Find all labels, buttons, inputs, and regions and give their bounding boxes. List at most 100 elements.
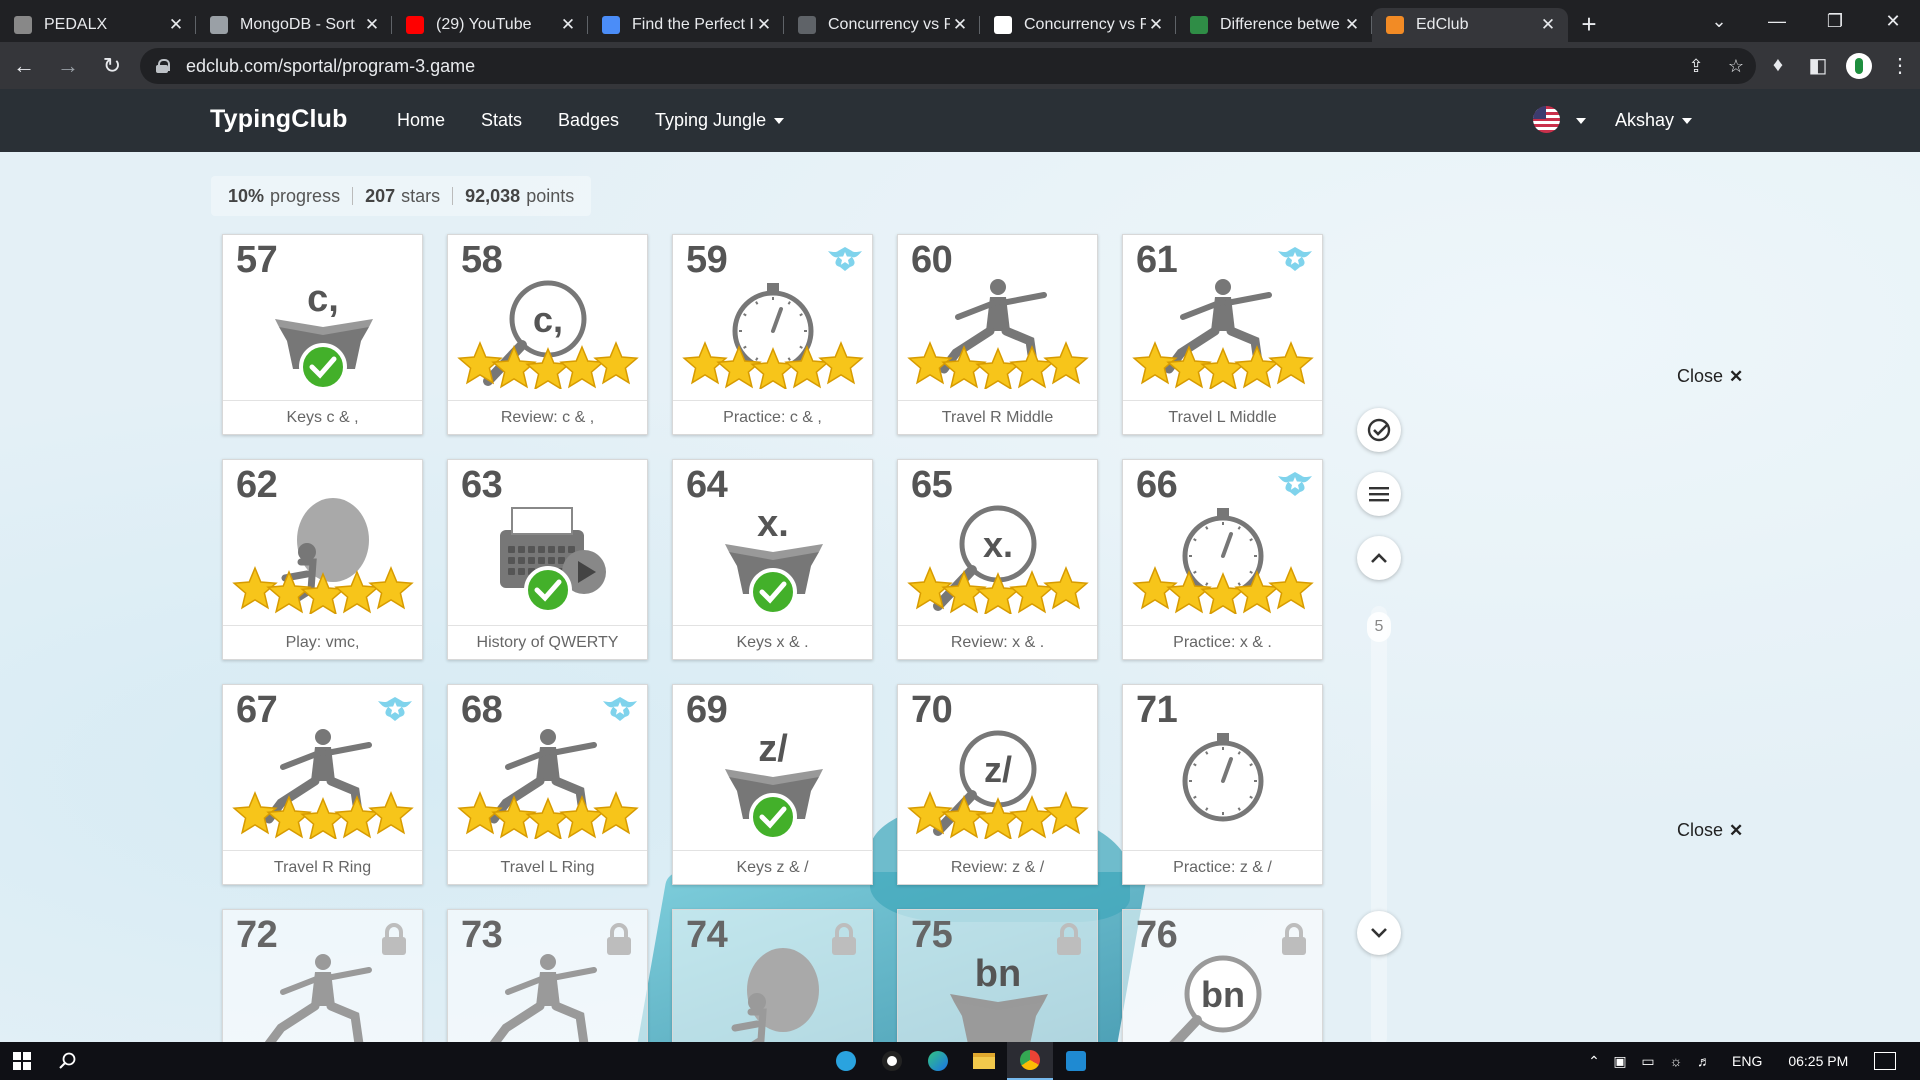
nav-typing-jungle[interactable]: Typing Jungle	[655, 110, 785, 131]
language-chevron-down-icon[interactable]	[1576, 118, 1586, 124]
back-button[interactable]: ←	[4, 46, 44, 86]
lesson-keys-illustration: x.	[725, 503, 823, 614]
lesson-number: 60	[911, 239, 953, 281]
lesson-card[interactable]: bn 75	[897, 909, 1098, 1042]
share-icon[interactable]: ⇪	[1676, 56, 1716, 77]
edge-icon[interactable]	[915, 1042, 961, 1080]
lesson-card[interactable]: z/70 Review: z & /	[897, 684, 1098, 885]
browser-tab[interactable]: Concurrency vs P ✕	[784, 8, 980, 42]
lesson-card[interactable]: 71 Practice: z & /	[1122, 684, 1323, 885]
windows-start-icon[interactable]	[0, 1042, 44, 1080]
lesson-number: 72	[236, 914, 278, 956]
chevron-down-icon	[1371, 928, 1387, 938]
close-panel-button-top[interactable]: Close ✕	[1677, 366, 1743, 387]
profile-avatar[interactable]	[1846, 52, 1872, 79]
lesson-practice-illustration	[682, 283, 864, 389]
lesson-card[interactable]: 61 Travel L Middle	[1122, 234, 1323, 435]
menu-button[interactable]	[1357, 472, 1401, 516]
browser-tab[interactable]: EdClub ✕	[1372, 8, 1568, 42]
scroll-down-button[interactable]	[1357, 911, 1401, 955]
browser-tab[interactable]: Difference betwe ✕	[1176, 8, 1372, 42]
nav-badges[interactable]: Badges	[558, 110, 619, 131]
lesson-review-illustration: z/	[907, 730, 1089, 839]
lesson-card[interactable]: 72	[222, 909, 423, 1042]
lesson-label: Review: z & /	[898, 850, 1097, 884]
lesson-card[interactable]: 73	[447, 909, 648, 1042]
extensions-puzzle-icon[interactable]: ♦	[1758, 54, 1798, 77]
wifi-icon[interactable]: ☼	[1662, 1053, 1690, 1069]
tray-chevron-up-icon[interactable]: ⌃	[1582, 1053, 1606, 1070]
lesson-play-illustration	[731, 948, 819, 1042]
lesson-travel-illustration	[1132, 279, 1314, 389]
tab-close-icon[interactable]: ✕	[754, 15, 774, 35]
tab-close-icon[interactable]: ✕	[1146, 15, 1166, 35]
check-circle-button[interactable]	[1357, 408, 1401, 452]
lesson-card[interactable]: z/69 Keys z & /	[672, 684, 873, 885]
site-header: TypingClub Home Stats Badges Typing Jung…	[0, 89, 1920, 152]
new-tab-button[interactable]: +	[1568, 7, 1610, 41]
lesson-card[interactable]: x. 64 Keys x & .	[672, 459, 873, 660]
lesson-card[interactable]: 68 Travel L Ring	[447, 684, 648, 885]
close-icon: ✕	[1729, 821, 1744, 840]
telegram-icon[interactable]	[823, 1042, 869, 1080]
url-text[interactable]: edclub.com/sportal/program-3.game	[186, 56, 475, 77]
lesson-card[interactable]: 60 Travel R Middle	[897, 234, 1098, 435]
lesson-card[interactable]: 62 Play: vmc,	[222, 459, 423, 660]
browser-tab[interactable]: Concurrency vs P ✕	[980, 8, 1176, 42]
lesson-card[interactable]: x. 65 Review: x & .	[897, 459, 1098, 660]
page-scroll-rail[interactable]	[1371, 606, 1387, 1042]
chrome-icon[interactable]	[1007, 1042, 1053, 1080]
lesson-travel-illustration	[232, 729, 414, 839]
lesson-card[interactable]: 59 Practice: c & ,	[672, 234, 873, 435]
lesson-card[interactable]: bn 76	[1122, 909, 1323, 1042]
forward-button[interactable]: →	[48, 46, 88, 86]
browser-menu-icon[interactable]: ⋮	[1880, 53, 1920, 78]
side-panel-icon[interactable]: ◧	[1798, 53, 1838, 78]
lesson-card[interactable]: 66 Practice: x & .	[1122, 459, 1323, 660]
scroll-up-button[interactable]	[1357, 536, 1401, 580]
close-panel-button-bottom[interactable]: Close ✕	[1677, 820, 1743, 841]
browser-tab[interactable]: PEDALX ✕	[0, 8, 196, 42]
tab-close-icon[interactable]: ✕	[1538, 15, 1558, 35]
browser-tab[interactable]: MongoDB - Sort ✕	[196, 8, 392, 42]
tab-title: Concurrency vs P	[828, 16, 950, 33]
meet-icon[interactable]: ▣	[1606, 1053, 1634, 1070]
winged-badge-icon	[828, 247, 862, 271]
lesson-number: 59	[686, 239, 728, 281]
lesson-card[interactable]: 63 History of QWERTY	[447, 459, 648, 660]
lesson-card[interactable]: c, 58 Review: c & ,	[447, 234, 648, 435]
tab-close-icon[interactable]: ✕	[362, 15, 382, 35]
lesson-card[interactable]: 67 Travel R Ring	[222, 684, 423, 885]
tab-close-icon[interactable]: ✕	[950, 15, 970, 35]
browser-tab[interactable]: (29) YouTube ✕	[392, 8, 588, 42]
obs-icon[interactable]	[869, 1042, 915, 1080]
brand-logo[interactable]: TypingClub	[210, 105, 348, 134]
tab-search-icon[interactable]: ⌄	[1690, 0, 1748, 42]
user-menu[interactable]: Akshay	[1615, 110, 1693, 131]
clock[interactable]: 06:25 PM	[1788, 1053, 1848, 1069]
volume-icon[interactable]: ♬	[1690, 1053, 1718, 1069]
us-flag-icon[interactable]	[1533, 106, 1560, 133]
browser-tab[interactable]: Find the Perfect I ✕	[588, 8, 784, 42]
tab-close-icon[interactable]: ✕	[558, 15, 578, 35]
lesson-card[interactable]: c, 57 Keys c & ,	[222, 234, 423, 435]
lesson-number: 64	[686, 464, 728, 506]
tab-close-icon[interactable]: ✕	[166, 15, 186, 35]
window-close-button[interactable]: ✕	[1864, 0, 1920, 42]
restore-button[interactable]: ❐	[1806, 0, 1864, 42]
lesson-review-illustration: x.	[907, 505, 1089, 614]
file-explorer-icon[interactable]	[961, 1042, 1007, 1080]
url-bar[interactable]: edclub.com/sportal/program-3.game ⇪ ☆	[140, 48, 1756, 84]
tab-close-icon[interactable]: ✕	[1342, 15, 1362, 35]
reload-button[interactable]: ↻	[92, 46, 132, 86]
bookmark-star-icon[interactable]: ☆	[1716, 56, 1756, 77]
vscode-icon[interactable]	[1053, 1042, 1099, 1080]
nav-home[interactable]: Home	[397, 110, 445, 131]
battery-icon[interactable]: ▭	[1634, 1053, 1662, 1070]
lesson-card[interactable]: 74	[672, 909, 873, 1042]
search-icon[interactable]	[46, 1042, 90, 1080]
nav-stats[interactable]: Stats	[481, 110, 522, 131]
language-indicator[interactable]: ENG	[1732, 1053, 1762, 1069]
notifications-icon[interactable]	[1874, 1052, 1897, 1070]
minimize-button[interactable]: —	[1748, 0, 1806, 42]
